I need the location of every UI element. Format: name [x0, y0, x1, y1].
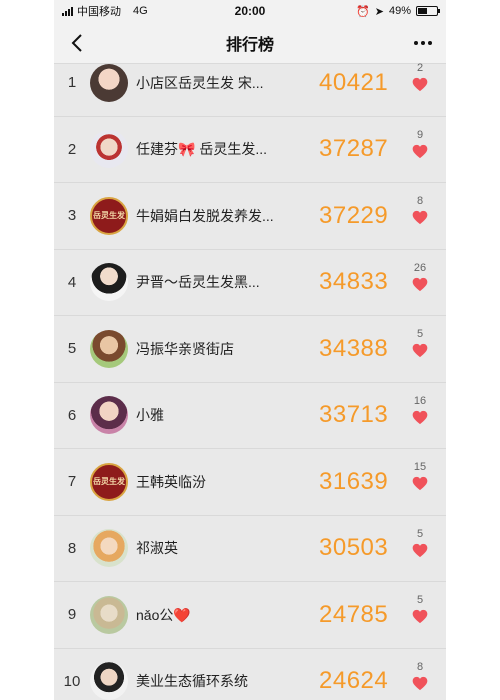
location-icon: ➤ [374, 5, 384, 18]
network-label: 4G [133, 5, 148, 17]
rank-number: 3 [67, 207, 77, 225]
score-value: 34833 [319, 268, 389, 296]
like-group[interactable]: 15 [408, 461, 432, 491]
like-group[interactable]: 9 [408, 129, 432, 159]
like-group[interactable]: 8 [408, 195, 432, 225]
status-bar: 中国移动 4G 20:00 ⏰ ➤ 49% [54, 0, 446, 22]
ranking-row[interactable]: 9 nǎo公❤️ 24785 5 [54, 582, 446, 649]
avatar[interactable] [90, 63, 128, 102]
rank-number: 7 [67, 473, 77, 491]
rank-number: 8 [67, 539, 77, 557]
ranking-row[interactable]: 4 尹晋～岳灵生发黑... 34833 26 [54, 250, 446, 316]
rank-number: 4 [67, 273, 77, 291]
more-dots-icon [414, 41, 418, 45]
heart-icon[interactable] [412, 476, 428, 491]
user-name: nǎo公❤️ [136, 606, 191, 623]
ranking-row[interactable]: 2 任建芬🎀 岳灵生发... 37287 9 [54, 117, 446, 183]
user-name: 尹晋～岳灵生发黑... [136, 274, 260, 291]
avatar[interactable] [90, 396, 128, 435]
heart-icon[interactable] [412, 210, 428, 225]
rank-number: 5 [67, 340, 77, 358]
ranking-row[interactable]: 3 岳灵生发 牛娟娟白发脱发养发... 37229 8 [54, 183, 446, 250]
like-count: 5 [416, 594, 424, 606]
signal-icon [62, 6, 73, 16]
user-name: 任建芬🎀 岳灵生发... [136, 141, 267, 158]
battery-label: 49% [388, 5, 411, 17]
score-value: 37229 [319, 201, 389, 229]
like-count: 15 [413, 461, 427, 473]
like-count: 5 [416, 328, 424, 340]
heart-icon[interactable] [412, 144, 428, 159]
heart-icon[interactable] [412, 676, 428, 691]
like-group[interactable]: 2 [408, 62, 432, 92]
score-value: 33713 [319, 401, 389, 429]
user-name: 祁淑英 [136, 540, 178, 557]
ranking-row[interactable]: 7 岳灵生发 王韩英临汾 31639 15 [54, 449, 446, 516]
heart-icon[interactable] [412, 609, 428, 624]
like-count: 26 [413, 261, 427, 274]
user-name: 牛娟娟白发脱发养发... [136, 207, 274, 224]
heart-icon[interactable] [412, 343, 428, 358]
avatar[interactable] [90, 329, 128, 368]
score-value: 31639 [319, 467, 389, 495]
battery-icon [416, 6, 440, 16]
ranking-list: 1 小店区岳灵生发 宋... 40421 2 2 任建芬🎀 岳灵生发... 37… [54, 50, 446, 700]
ranking-row[interactable]: 1 小店区岳灵生发 宋... 40421 2 [54, 50, 446, 117]
rank-number: 2 [67, 140, 77, 158]
user-name: 王韩英临汾 [136, 473, 206, 490]
like-group[interactable]: 8 [408, 661, 432, 691]
rank-number: 1 [67, 74, 77, 92]
avatar[interactable] [90, 130, 128, 169]
avatar[interactable] [90, 595, 128, 634]
like-group[interactable]: 5 [408, 594, 432, 624]
heart-icon[interactable] [412, 77, 428, 92]
avatar[interactable] [90, 529, 128, 568]
like-group[interactable]: 26 [408, 262, 432, 292]
carrier-label: 中国移动 [77, 6, 121, 18]
heart-icon[interactable] [412, 543, 428, 558]
rank-number: 9 [67, 606, 77, 624]
score-value: 30503 [319, 534, 389, 562]
avatar[interactable]: 岳灵生发 [90, 196, 128, 235]
user-name: 小店区岳灵生发 宋... [136, 74, 264, 91]
like-count: 8 [416, 195, 424, 207]
score-value: 37287 [319, 135, 389, 163]
user-name: 小雅 [136, 407, 164, 424]
status-right: ⏰ ➤ 49% [356, 5, 440, 18]
like-group[interactable]: 16 [408, 395, 432, 425]
ranking-row[interactable]: 6 小雅 33713 16 [54, 383, 446, 449]
score-value: 24785 [319, 600, 389, 628]
like-count: 9 [416, 128, 424, 141]
ranking-row[interactable]: 8 祁淑英 30503 5 [54, 516, 446, 582]
score-value: 24624 [319, 667, 389, 695]
avatar[interactable] [90, 662, 128, 700]
user-name: 美业生态循环系统 [136, 673, 248, 690]
ranking-row[interactable]: 10 美业生态循环系统 24624 8 [54, 649, 446, 700]
avatar[interactable] [90, 263, 128, 302]
ranking-row[interactable]: 5 冯振华亲贤街店 34388 5 [54, 316, 446, 383]
heart-icon[interactable] [412, 277, 428, 292]
like-count: 8 [416, 660, 424, 673]
rank-number: 10 [63, 672, 81, 690]
heart-icon[interactable] [412, 410, 428, 425]
avatar-logo-text: 岳灵生发 [93, 211, 125, 221]
score-value: 34388 [319, 334, 389, 362]
like-count: 2 [416, 62, 424, 74]
alarm-icon: ⏰ [356, 5, 370, 18]
rank-number: 6 [67, 406, 77, 424]
like-group[interactable]: 5 [408, 528, 432, 558]
like-count: 16 [413, 394, 427, 407]
phone-screen: 中国移动 4G 20:00 ⏰ ➤ 49% 排行榜 1 小店区岳灵生发 宋...… [54, 0, 446, 700]
status-left: 中国移动 4G [62, 3, 148, 19]
user-name: 冯振华亲贤街店 [136, 340, 234, 357]
avatar-logo-text: 岳灵生发 [93, 477, 125, 487]
like-count: 5 [416, 527, 424, 540]
score-value: 40421 [319, 68, 389, 96]
avatar[interactable]: 岳灵生发 [90, 462, 128, 501]
like-group[interactable]: 5 [408, 328, 432, 358]
